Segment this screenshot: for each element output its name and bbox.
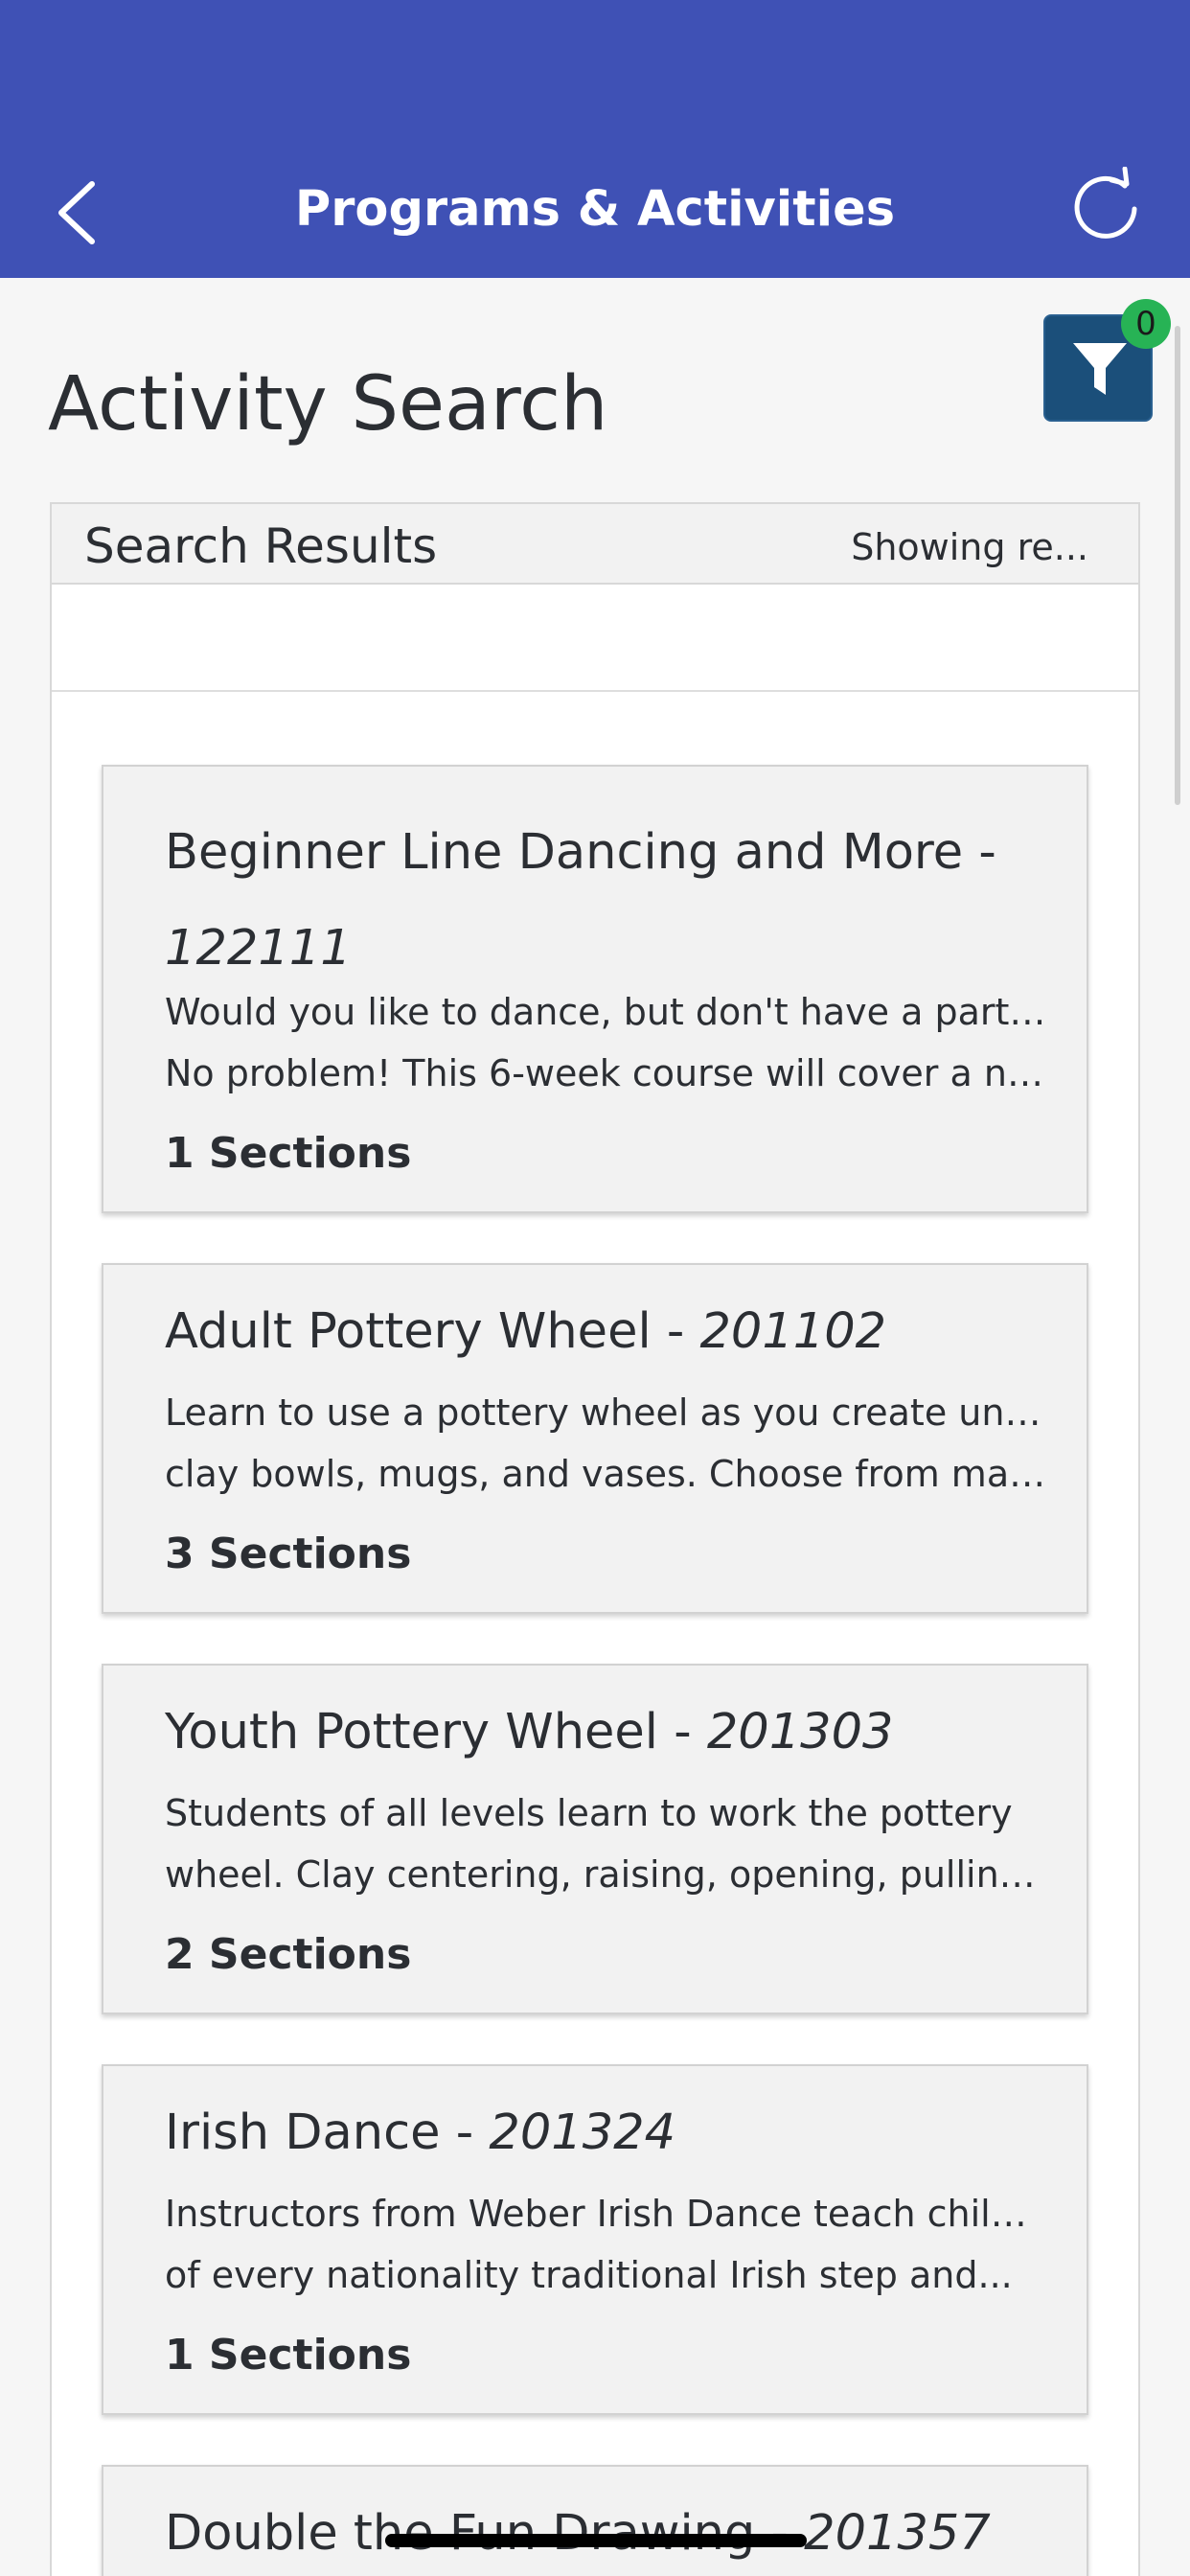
activity-title: Beginner Line Dancing and More - 122111 xyxy=(165,805,1046,997)
activity-description-line: clay bowls, mugs, and vases. Choose from… xyxy=(165,1453,1046,1495)
search-results-header: Search Results Showing re... xyxy=(52,504,1138,585)
activity-description-line: Learn to use a pottery wheel as you crea… xyxy=(165,1392,1046,1434)
activity-description-line: of every nationality traditional Irish s… xyxy=(165,2254,1013,2296)
activity-name: Beginner Line Dancing and More - xyxy=(165,824,996,881)
results-toolbar xyxy=(52,586,1138,692)
activity-code: 201324 xyxy=(489,2104,676,2161)
activity-sections: 2 Sections xyxy=(165,1930,412,1979)
activity-sections: 1 Sections xyxy=(165,2331,412,2380)
activity-description-line: Would you like to dance, but don't have … xyxy=(165,991,1046,1033)
nav-title: Programs & Activities xyxy=(294,181,896,238)
search-results-title: Search Results xyxy=(84,518,438,574)
activity-card[interactable]: Irish Dance - 201324 Instructors from We… xyxy=(102,2064,1088,2415)
activity-card[interactable]: Adult Pottery Wheel - 201102 Learn to us… xyxy=(102,1263,1088,1614)
filter-icon xyxy=(1073,343,1127,395)
activity-card[interactable]: Double the Fun Drawing - 201357 xyxy=(102,2465,1088,2576)
activity-title: Youth Pottery Wheel - 201303 xyxy=(165,1696,894,1769)
activity-name: Adult Pottery Wheel - xyxy=(165,1303,700,1360)
activity-description-line: No problem! This 6-week course will cove… xyxy=(165,1052,1046,1094)
activity-code: 201357 xyxy=(804,2505,991,2562)
activity-name: Youth Pottery Wheel - xyxy=(165,1704,707,1760)
activity-card[interactable]: Beginner Line Dancing and More - 122111 … xyxy=(102,765,1088,1213)
activity-card[interactable]: Youth Pottery Wheel - 201303 Students of… xyxy=(102,1664,1088,2014)
activity-sections: 3 Sections xyxy=(165,1530,412,1578)
activity-description: Would you like to dance, but don't have … xyxy=(165,981,1046,1104)
home-indicator[interactable] xyxy=(385,2534,807,2547)
activity-sections: 1 Sections xyxy=(165,1129,412,1178)
activity-description-line: wheel. Clay centering, raising, opening,… xyxy=(165,1853,1046,1896)
activity-description: Students of all levels learn to work the… xyxy=(165,1782,1046,1905)
activity-code: 201102 xyxy=(699,1303,887,1360)
activity-name: Irish Dance - xyxy=(165,2104,490,2161)
activity-description: Learn to use a pottery wheel as you crea… xyxy=(165,1382,1046,1505)
activity-title: Irish Dance - 201324 xyxy=(165,2097,675,2170)
scrollbar[interactable] xyxy=(1175,326,1180,805)
showing-results-text: Showing re... xyxy=(851,526,1088,568)
refresh-icon[interactable] xyxy=(1069,167,1146,247)
activity-description-line: Students of all levels learn to work the… xyxy=(165,1792,1013,1834)
activity-description-line: Instructors from Weber Irish Dance teach… xyxy=(165,2193,1046,2235)
activity-code: 122111 xyxy=(165,920,352,977)
filter-count-badge: 0 xyxy=(1121,299,1171,349)
nav-bar: Programs & Activities xyxy=(0,0,1190,278)
activity-code: 201303 xyxy=(706,1704,894,1760)
page-title: Activity Search xyxy=(48,361,608,448)
activity-title: Adult Pottery Wheel - 201102 xyxy=(165,1296,886,1368)
activity-description: Instructors from Weber Irish Dance teach… xyxy=(165,2183,1046,2306)
